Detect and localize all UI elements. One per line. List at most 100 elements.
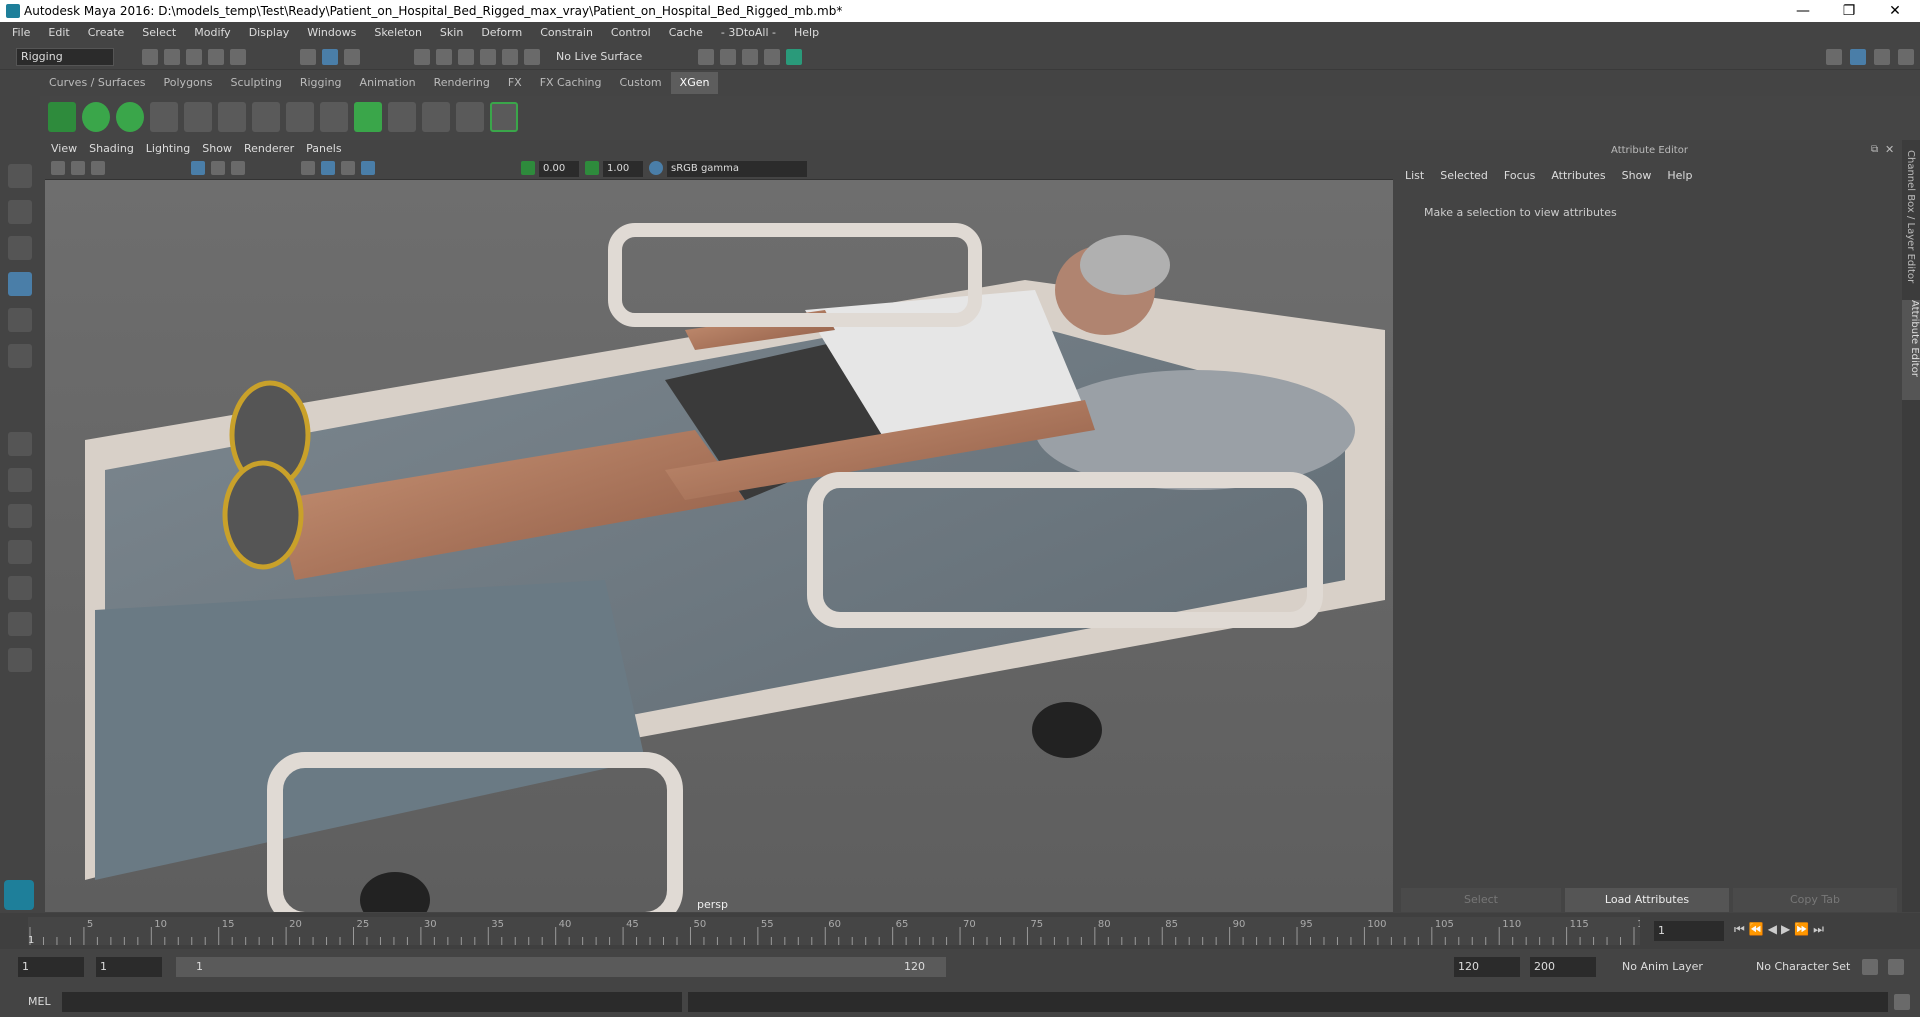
- start-time-field[interactable]: 1: [18, 957, 84, 977]
- gamma-icon[interactable]: [585, 161, 599, 175]
- menu-create[interactable]: Create: [88, 26, 125, 39]
- color-space-dropdown[interactable]: sRGB gamma: [667, 161, 807, 177]
- tab-sculpting[interactable]: Sculpting: [221, 72, 290, 94]
- tab-custom[interactable]: Custom: [611, 72, 671, 94]
- select-button[interactable]: Select: [1401, 888, 1561, 912]
- outliner-layout-icon[interactable]: [8, 540, 32, 564]
- menu-3dtoall[interactable]: - 3DtoAll -: [721, 26, 776, 39]
- camera-lock-icon[interactable]: [71, 161, 85, 175]
- menu-display[interactable]: Display: [249, 26, 290, 39]
- open-scene-icon[interactable]: [164, 49, 180, 65]
- command-language-label[interactable]: MEL: [28, 995, 51, 1008]
- xgen-delete-icon[interactable]: [490, 102, 518, 132]
- time-ruler[interactable]: 5 10 15 20 25 30 35 40 45 50 55 60 65 70 75 80 85 90 95 100…: [28, 917, 1640, 945]
- menu-select[interactable]: Select: [142, 26, 176, 39]
- paint-select-icon[interactable]: [8, 236, 32, 260]
- smooth-shade-icon[interactable]: [321, 161, 335, 175]
- snap-curve-icon[interactable]: [436, 49, 452, 65]
- xgen-length-icon[interactable]: [218, 102, 246, 132]
- end-time-field[interactable]: 200: [1530, 957, 1596, 977]
- graph-layout-icon[interactable]: [8, 576, 32, 600]
- range-bar[interactable]: 1 120: [176, 957, 946, 977]
- minimize-button[interactable]: —: [1780, 0, 1826, 22]
- render-settings-icon[interactable]: [742, 49, 758, 65]
- tab-fx[interactable]: FX: [499, 72, 531, 94]
- current-frame-field[interactable]: 1: [1654, 921, 1724, 941]
- hypershade-icon[interactable]: [764, 49, 780, 65]
- close-button[interactable]: ✕: [1872, 0, 1918, 22]
- attr-menu-selected[interactable]: Selected: [1440, 169, 1488, 182]
- attr-menu-show[interactable]: Show: [1622, 169, 1652, 182]
- new-scene-icon[interactable]: [142, 49, 158, 65]
- select-tool-icon[interactable]: [8, 164, 32, 188]
- playback-controls[interactable]: ⏮⏪◀▶⏩⏭: [1734, 922, 1828, 937]
- select-hierarchy-icon[interactable]: [300, 49, 316, 65]
- hypershade-layout-icon[interactable]: [8, 612, 32, 636]
- tab-rendering[interactable]: Rendering: [425, 72, 499, 94]
- snap-view-plane-icon[interactable]: [480, 49, 496, 65]
- 3d-scene[interactable]: persp: [45, 180, 1393, 912]
- wireframe-icon[interactable]: [301, 161, 315, 175]
- xgen-comb-icon[interactable]: [422, 102, 450, 132]
- live-surface-field[interactable]: No Live Surface: [556, 48, 652, 66]
- move-tool-icon[interactable]: [8, 272, 32, 296]
- render-frame-icon[interactable]: [698, 49, 714, 65]
- character-set-dropdown[interactable]: No Character Set: [1756, 960, 1850, 973]
- four-view-icon[interactable]: [8, 468, 32, 492]
- script-editor-icon[interactable]: [1894, 994, 1910, 1010]
- xgen-lock-icon[interactable]: [286, 102, 314, 132]
- tab-animation[interactable]: Animation: [351, 72, 425, 94]
- rotate-tool-icon[interactable]: [8, 308, 32, 332]
- tab-xgen[interactable]: XGen: [670, 72, 719, 94]
- exposure-field[interactable]: 0.00: [539, 161, 579, 177]
- resolution-gate-icon[interactable]: [231, 161, 245, 175]
- channel-box-toggle-icon[interactable]: [1850, 49, 1866, 65]
- single-view-icon[interactable]: [8, 432, 32, 456]
- copy-tab-button[interactable]: Copy Tab: [1733, 888, 1897, 912]
- xgen-preview-icon[interactable]: [82, 102, 110, 132]
- menu-modify[interactable]: Modify: [194, 26, 230, 39]
- load-attributes-button[interactable]: Load Attributes: [1565, 888, 1729, 912]
- viewport-menu-renderer[interactable]: Renderer: [244, 142, 294, 155]
- menu-constrain[interactable]: Constrain: [540, 26, 593, 39]
- menu-skin[interactable]: Skin: [440, 26, 463, 39]
- xgen-layers-icon[interactable]: [354, 102, 382, 132]
- ipr-render-icon[interactable]: [720, 49, 736, 65]
- viewport-menu-show[interactable]: Show: [202, 142, 232, 155]
- snap-live-icon[interactable]: [524, 49, 540, 65]
- menu-help[interactable]: Help: [794, 26, 819, 39]
- attr-menu-list[interactable]: List: [1405, 169, 1424, 182]
- playback-end-field[interactable]: 120: [1454, 957, 1520, 977]
- more-layouts-icon[interactable]: [8, 648, 32, 672]
- anim-layer-dropdown[interactable]: No Anim Layer: [1622, 960, 1703, 973]
- xgen-move-guides-icon[interactable]: [184, 102, 212, 132]
- xgen-add-guides-icon[interactable]: [150, 102, 178, 132]
- maximize-button[interactable]: ❐: [1826, 0, 1872, 22]
- menu-windows[interactable]: Windows: [307, 26, 356, 39]
- tab-attribute-editor[interactable]: Attribute Editor: [1902, 300, 1920, 400]
- attr-menu-focus[interactable]: Focus: [1504, 169, 1535, 182]
- snap-surface-icon[interactable]: [502, 49, 518, 65]
- exposure-icon[interactable]: [521, 161, 535, 175]
- side-by-side-icon[interactable]: [8, 504, 32, 528]
- attr-menu-help[interactable]: Help: [1667, 169, 1692, 182]
- tool-settings-toggle-icon[interactable]: [1898, 49, 1914, 65]
- select-component-icon[interactable]: [344, 49, 360, 65]
- film-gate-icon[interactable]: [211, 161, 225, 175]
- menu-cache[interactable]: Cache: [669, 26, 703, 39]
- viewport-menu-lighting[interactable]: Lighting: [146, 142, 190, 155]
- viewport-menu-panels[interactable]: Panels: [306, 142, 341, 155]
- xgen-visibility-icon[interactable]: [252, 102, 280, 132]
- bookmark-icon[interactable]: [91, 161, 105, 175]
- tab-fx-caching[interactable]: FX Caching: [531, 72, 611, 94]
- attribute-editor-toggle-icon[interactable]: [1874, 49, 1890, 65]
- xgen-editor-icon[interactable]: [48, 102, 76, 132]
- redo-icon[interactable]: [230, 49, 246, 65]
- lasso-tool-icon[interactable]: [8, 200, 32, 224]
- snap-grid-icon[interactable]: [414, 49, 430, 65]
- undo-icon[interactable]: [208, 49, 224, 65]
- textured-icon[interactable]: [341, 161, 355, 175]
- gamma-field[interactable]: 1.00: [603, 161, 643, 177]
- menu-file[interactable]: File: [12, 26, 30, 39]
- menu-skeleton[interactable]: Skeleton: [374, 26, 422, 39]
